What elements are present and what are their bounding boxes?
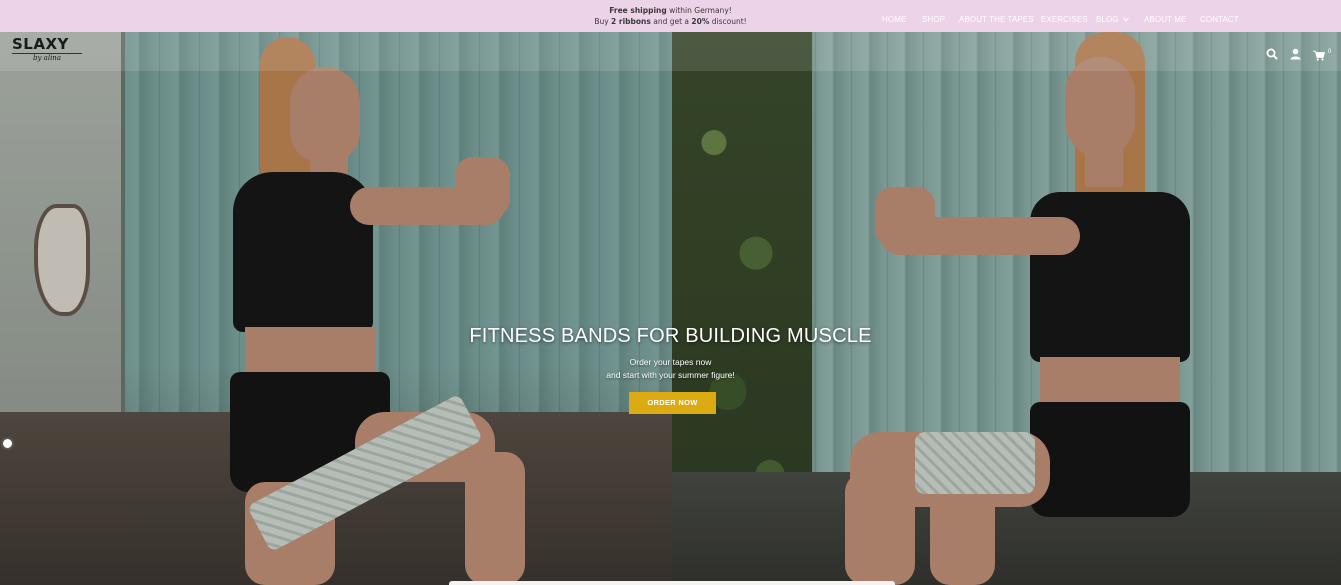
hero-subtitle-line-1: Order your tapes now [629,357,712,367]
chevron-down-icon [1123,17,1129,22]
announcement-line2-mid: and get a [650,17,692,26]
announcement-line1-rest: within Germany! [666,6,732,15]
announcement-line2-pre: Buy [594,17,612,26]
announcement-line2-post: discount! [709,17,747,26]
hero-title: FITNESS BANDS FOR BUILDING MUSCLE [469,325,872,347]
hero-banner [0,32,1341,585]
cart-icon[interactable] [1313,46,1327,61]
announcement-bar: Free shipping within Germany! Buy 2 ribb… [0,0,1341,32]
nav-blog-label: BLOG [1096,15,1119,24]
hero-subtitle: Order your tapes now and start with your… [0,356,1341,382]
nav-blog[interactable]: BLOG [1096,15,1129,24]
nav-contact[interactable]: CONTACT [1200,15,1239,24]
nav-home[interactable]: HOME [882,15,906,24]
cart-count-badge: 0 [1328,49,1332,55]
search-icon[interactable] [1266,45,1280,60]
announcement-free-shipping: Free shipping [609,6,667,15]
logo-wordmark: SLAXY [12,35,69,53]
site-logo[interactable]: SLAXY by alina [12,36,84,66]
bottom-content-edge [449,581,895,585]
nav-exercises[interactable]: EXERCISES [1041,15,1088,24]
announcement-ribbons: 2 ribbons [611,17,651,26]
announcement-discount: 20% [691,17,710,26]
nav-shop[interactable]: SHOP [922,15,945,24]
user-icon[interactable] [1290,45,1304,60]
announcement-line-2: Buy 2 ribbons and get a 20% discount! [0,16,1341,27]
nav-about-the-tapes[interactable]: ABOUT THE TAPES [959,15,1034,24]
order-now-button[interactable]: ORDER NOW [629,392,716,414]
site-header: SLAXY by alina [0,32,1341,71]
logo-subtitle: by alina [12,53,82,63]
announcement-line-1: Free shipping within Germany! [0,5,1341,16]
nav-about-me[interactable]: ABOUT ME [1144,15,1186,24]
hero-overlay [0,32,1341,585]
accessibility-icon[interactable] [1,437,14,450]
hero-subtitle-line-2: and start with your summer figure! [606,370,735,380]
